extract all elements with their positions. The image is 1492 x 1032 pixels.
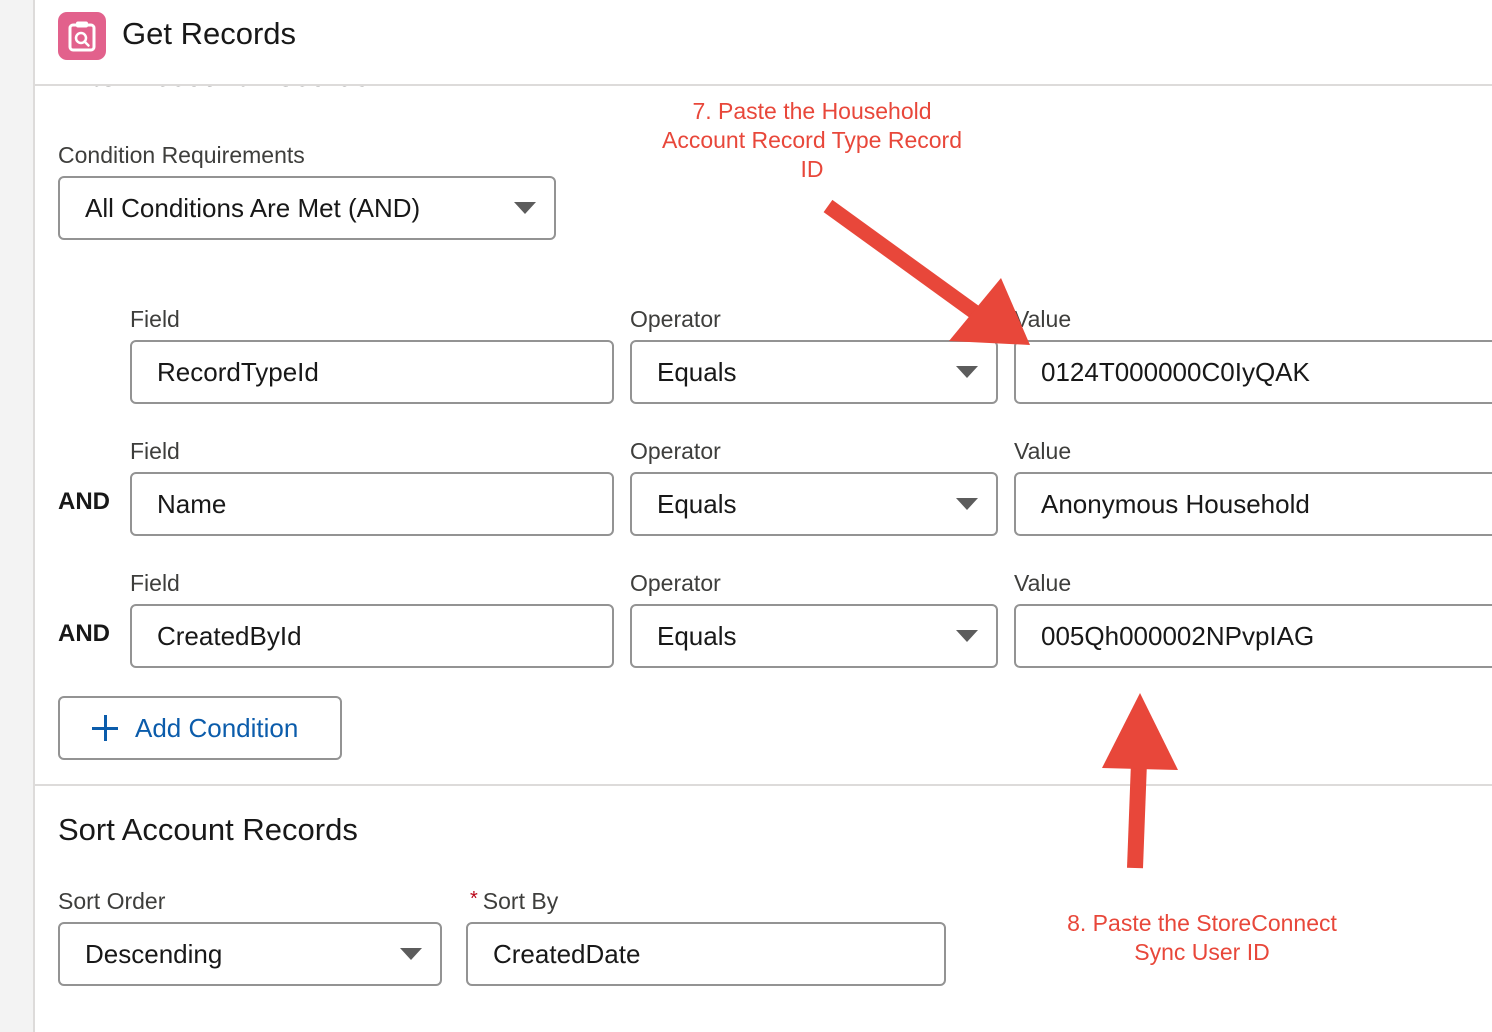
annotation-step8: 8. Paste the StoreConnect Sync User ID [1040,909,1364,967]
annotation-step8-line2: Sync User ID [1134,939,1270,965]
add-condition-button[interactable]: Add Condition [58,696,342,760]
operator-label: Operator [630,306,721,332]
value-label: Value [1014,570,1072,596]
condition-3-value-input[interactable]: 005Qh000002NPvpIAG [1014,604,1492,668]
annotation-step7: 7. Paste the Household Account Record Ty… [632,97,992,184]
operator-label: Operator [630,570,721,596]
condition-1-field-value: RecordTypeId [157,356,319,387]
condition-requirements-label: Condition Requirements [58,142,305,168]
annotation-step7-line2: Account Record Type Record [661,127,962,153]
condition-3-field-value: CreatedById [157,620,302,651]
value-label: Value [1014,438,1072,464]
chevron-down-icon [956,498,978,510]
condition-3-operator-value: Equals [657,620,737,651]
sort-by-input[interactable]: CreatedDate [466,922,946,986]
condition-2-connector: AND [58,488,110,515]
field-label: Field [130,570,180,596]
condition-2-operator-value: Equals [657,488,737,519]
sort-order-select[interactable]: Descending [58,922,442,986]
condition-3-value-text: 005Qh000002NPvpIAG [1041,620,1315,651]
annotation-step7-line1: 7. Paste the Household [692,98,932,124]
condition-1-operator-select[interactable]: Equals [630,340,998,404]
field-label: Field [130,306,180,332]
condition-2-value-text: Anonymous Household [1041,488,1310,519]
condition-1-value-text: 0124T000000C0IyQAK [1041,356,1310,387]
condition-requirements-value: All Conditions Are Met (AND) [85,192,421,223]
condition-requirements-select[interactable]: All Conditions Are Met (AND) [58,176,556,240]
condition-3-field-input[interactable]: CreatedById [130,604,614,668]
condition-1-value-input[interactable]: 0124T000000C0IyQAK [1014,340,1492,404]
condition-2-value-input[interactable]: Anonymous Household [1014,472,1492,536]
panel-header: Get Records [35,0,1492,86]
sort-order-value: Descending [85,938,223,969]
sort-order-label: Sort Order [58,888,166,914]
arrow-step8 [1102,693,1178,869]
condition-1-field-input[interactable]: RecordTypeId [130,340,614,404]
annotation-step8-line1: 8. Paste the StoreConnect [1067,910,1337,936]
chevron-down-icon [956,366,978,378]
condition-2-field-input[interactable]: Name [130,472,614,536]
required-marker: * [470,888,478,910]
chevron-down-icon [400,948,422,960]
condition-3-connector: AND [58,620,110,647]
left-rail [0,0,35,1032]
page-title: Get Records [122,16,297,51]
sort-by-label: Sort By [482,888,559,914]
plus-icon [92,715,118,741]
arrow-step7 [823,199,1030,345]
operator-label: Operator [630,438,721,464]
sort-by-value: CreatedDate [493,938,641,969]
sort-section-title: Sort Account Records [58,812,358,847]
field-label: Field [130,438,180,464]
condition-1-operator-value: Equals [657,356,737,387]
condition-2-field-value: Name [157,488,227,519]
annotation-step7-line3: ID [800,156,824,182]
condition-2-operator-select[interactable]: Equals [630,472,998,536]
chevron-down-icon [956,630,978,642]
chevron-down-icon [514,202,536,214]
add-condition-label: Add Condition [135,712,299,743]
value-label: Value [1014,306,1072,332]
section-divider [35,784,1492,786]
sort-by-label-group: * Sort By [470,888,558,915]
get-records-icon [58,12,106,60]
condition-3-operator-select[interactable]: Equals [630,604,998,668]
